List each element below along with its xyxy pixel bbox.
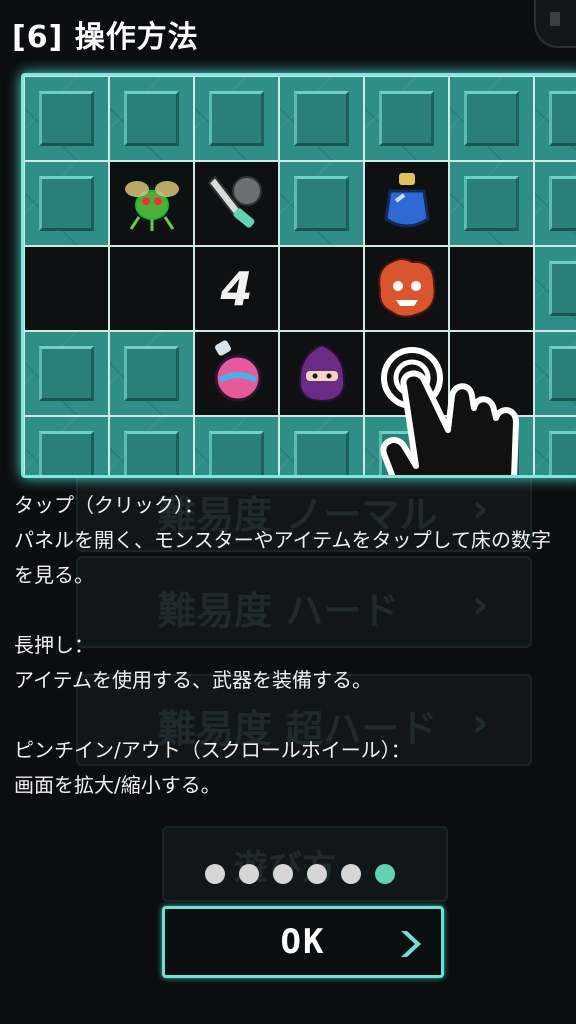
hold-heading: 長押し： [14, 633, 94, 657]
closed-panel[interactable] [109, 331, 194, 416]
monster-bug-icon [119, 169, 185, 239]
item-pink-potion-icon [208, 339, 266, 408]
page-title: [6] 操作方法 [12, 20, 199, 55]
monster-bug-panel[interactable] [109, 161, 194, 246]
weapon-sword-icon [203, 169, 271, 239]
closed-panel[interactable] [279, 416, 364, 475]
page-dot[interactable] [375, 864, 395, 884]
closed-panel[interactable] [534, 76, 576, 161]
tap-heading: タップ（クリック）： [14, 493, 204, 517]
closed-panel[interactable] [109, 416, 194, 475]
hold-body: アイテムを使用する、武器を装備する。 [14, 668, 372, 692]
weapon-sword-panel[interactable] [194, 161, 279, 246]
hand-tap-icon [380, 347, 519, 475]
closed-panel[interactable] [194, 76, 279, 161]
ok-button[interactable]: OK [162, 906, 444, 978]
pinch-body: 画面を拡大/縮小する。 [14, 773, 221, 797]
help-text: タップ（クリック）： パネルを開く、モンスターやアイテムをタップして床の数字を見… [14, 488, 570, 803]
item-pink-potion-panel[interactable] [194, 331, 279, 416]
monster-flame-panel[interactable] [364, 246, 449, 331]
monster-ninja-icon [292, 341, 352, 407]
page-dot[interactable] [341, 864, 361, 884]
tap-body: パネルを開く、モンスターやアイテムをタップして床の数字を見る。 [14, 528, 551, 587]
closed-panel[interactable] [449, 76, 534, 161]
item-blue-potion-panel[interactable] [364, 161, 449, 246]
page-dot[interactable] [273, 864, 293, 884]
closed-panel[interactable] [449, 161, 534, 246]
pinch-heading: ピンチイン/アウト（スクロールホイール）： [14, 738, 411, 762]
page-dot[interactable] [239, 864, 259, 884]
game-board: 4 [21, 73, 576, 478]
closed-panel[interactable] [194, 416, 279, 475]
closed-panel[interactable] [534, 246, 576, 331]
sound-button[interactable] [534, 0, 576, 48]
open-panel[interactable] [449, 246, 534, 331]
closed-panel[interactable] [364, 76, 449, 161]
closed-panel[interactable] [109, 76, 194, 161]
closed-panel[interactable] [24, 416, 109, 475]
open-panel[interactable] [109, 246, 194, 331]
monster-flame-icon [372, 254, 442, 324]
chevron-right-icon [401, 931, 421, 957]
open-panel[interactable] [279, 246, 364, 331]
monster-ninja-panel[interactable] [279, 331, 364, 416]
open-panel[interactable] [24, 246, 109, 331]
floor-number: 4 [220, 261, 253, 316]
closed-panel[interactable] [279, 161, 364, 246]
closed-panel[interactable] [534, 161, 576, 246]
speaker-icon [550, 12, 560, 26]
closed-panel[interactable] [279, 76, 364, 161]
closed-panel[interactable] [24, 76, 109, 161]
page-dot[interactable] [205, 864, 225, 884]
closed-panel[interactable] [24, 331, 109, 416]
item-blue-potion-icon [382, 171, 432, 237]
page-indicator [205, 864, 395, 884]
number-panel[interactable]: 4 [194, 246, 279, 331]
closed-panel[interactable] [24, 161, 109, 246]
page-dot[interactable] [307, 864, 327, 884]
